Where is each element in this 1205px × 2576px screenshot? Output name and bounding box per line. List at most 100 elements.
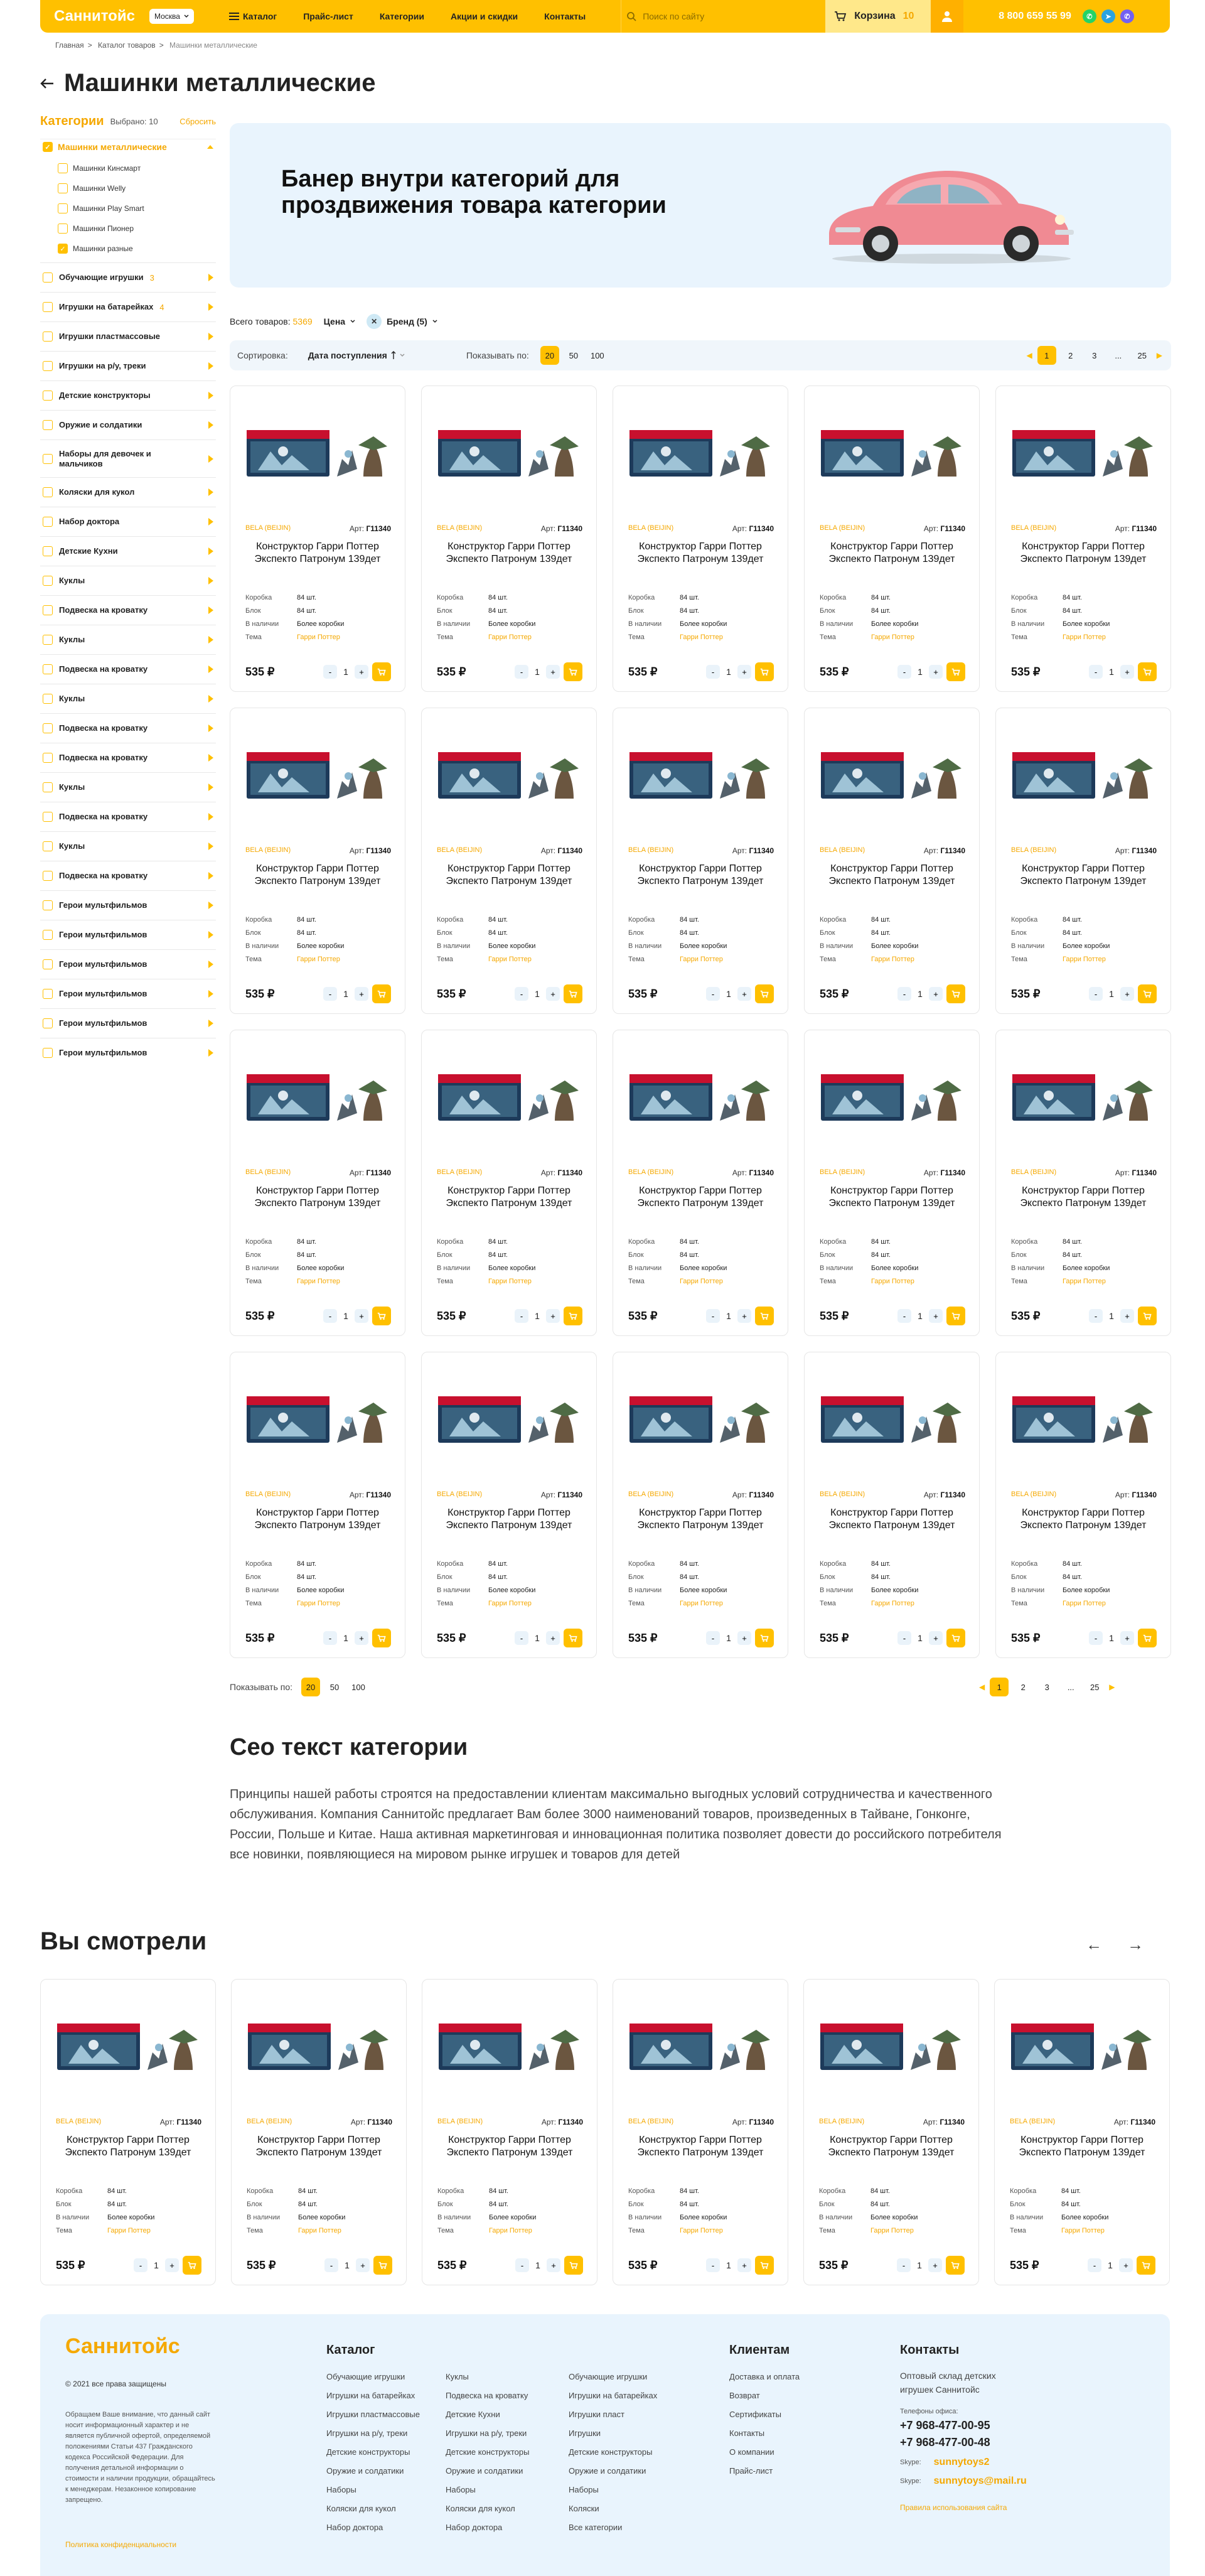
add-to-cart-button[interactable] xyxy=(755,1629,774,1647)
product-image[interactable] xyxy=(1011,426,1155,482)
page-button[interactable]: 25 xyxy=(1133,346,1152,365)
quantity-value[interactable]: 1 xyxy=(342,2260,352,2270)
subcategory-item[interactable]: Машинки Welly xyxy=(40,178,216,198)
product-brand[interactable]: BELA (BEIJIN) xyxy=(628,846,673,854)
product-card[interactable]: BELA (BEIJIN) Арт: Г11340 Конструктор Га… xyxy=(421,708,597,1014)
theme-link[interactable]: Гарри Поттер xyxy=(488,633,532,641)
add-to-cart-button[interactable] xyxy=(564,1629,582,1647)
checkbox[interactable] xyxy=(43,1018,53,1028)
quantity-value[interactable]: 1 xyxy=(532,989,542,999)
sidebar-item-open[interactable]: ✓ Машинки металлические xyxy=(40,139,216,158)
close-icon[interactable]: ✕ xyxy=(367,314,382,329)
subcategory-item[interactable]: Машинки Кинсмарт xyxy=(40,158,216,178)
product-brand[interactable]: BELA (BEIJIN) xyxy=(437,1168,482,1176)
quantity-value[interactable]: 1 xyxy=(915,1311,925,1321)
whatsapp-icon[interactable]: ✆ xyxy=(1082,9,1096,23)
theme-link[interactable]: Гарри Поттер xyxy=(1063,1600,1106,1607)
product-image[interactable] xyxy=(245,1393,390,1448)
add-to-cart-button[interactable] xyxy=(1138,1307,1157,1325)
decrease-button[interactable]: - xyxy=(323,987,337,1001)
checkbox[interactable] xyxy=(43,900,53,910)
prev-page-icon[interactable]: ◀ xyxy=(979,1683,985,1691)
email-link[interactable]: sunnytoys@mail.ru xyxy=(934,2476,1027,2487)
product-brand[interactable]: BELA (BEIJIN) xyxy=(1011,846,1056,854)
product-name[interactable]: Конструктор Гарри Поттер Экспекто Патрон… xyxy=(428,541,590,566)
add-to-cart-button[interactable] xyxy=(946,2256,965,2275)
sidebar-item[interactable]: Игрушки пластмассовые xyxy=(40,321,216,351)
checkbox[interactable] xyxy=(43,930,53,940)
quantity-value[interactable]: 1 xyxy=(1106,1633,1117,1643)
product-name[interactable]: Конструктор Гарри Поттер Экспекто Патрон… xyxy=(619,1185,781,1210)
decrease-button[interactable]: - xyxy=(897,1309,911,1323)
nav-promotions[interactable]: Акции и скидки xyxy=(451,11,518,21)
theme-link[interactable]: Гарри Поттер xyxy=(871,1278,914,1285)
checkbox[interactable] xyxy=(43,694,53,704)
sidebar-item[interactable]: Герои мультфильмов xyxy=(40,890,216,920)
increase-button[interactable]: + xyxy=(929,1309,943,1323)
quantity-value[interactable]: 1 xyxy=(724,989,734,999)
checkbox[interactable] xyxy=(43,959,53,969)
footer-link[interactable]: Все категории xyxy=(569,2523,657,2541)
checkbox[interactable] xyxy=(43,272,53,283)
theme-link[interactable]: Гарри Поттер xyxy=(871,956,914,963)
per-page-100[interactable]: 100 xyxy=(349,1678,368,1696)
theme-link[interactable]: Гарри Поттер xyxy=(297,1278,340,1285)
product-card[interactable]: BELA (BEIJIN) Арт: Г11340 Конструктор Га… xyxy=(421,1030,597,1336)
product-card[interactable]: BELA (BEIJIN) Арт: Г11340 Конструктор Га… xyxy=(804,1030,980,1336)
product-name[interactable]: Конструктор Гарри Поттер Экспекто Патрон… xyxy=(619,1507,781,1532)
footer-link[interactable]: Игрушки пласт xyxy=(569,2410,657,2428)
prev-page-icon[interactable]: ◀ xyxy=(1027,351,1032,360)
add-to-cart-button[interactable] xyxy=(1138,662,1157,681)
sort-select[interactable]: Дата поступления xyxy=(308,350,405,360)
decrease-button[interactable]: - xyxy=(323,1631,337,1645)
per-page-50[interactable]: 50 xyxy=(564,346,583,365)
quantity-value[interactable]: 1 xyxy=(533,2260,543,2270)
product-image[interactable] xyxy=(437,1393,581,1448)
theme-link[interactable]: Гарри Поттер xyxy=(680,633,723,641)
increase-button[interactable]: + xyxy=(737,987,751,1001)
product-brand[interactable]: BELA (BEIJIN) xyxy=(245,524,291,532)
product-image[interactable] xyxy=(437,426,581,482)
checkbox[interactable]: ✓ xyxy=(58,244,68,254)
theme-link[interactable]: Гарри Поттер xyxy=(680,1600,723,1607)
footer-link[interactable]: Набор доктора xyxy=(326,2523,420,2541)
product-name[interactable]: Конструктор Гарри Поттер Экспекто Патрон… xyxy=(237,1185,399,1210)
product-brand[interactable]: BELA (BEIJIN) xyxy=(1011,524,1056,532)
product-image[interactable] xyxy=(628,748,773,804)
theme-link[interactable]: Гарри Поттер xyxy=(680,2227,723,2234)
product-card[interactable]: BELA (BEIJIN) Арт: Г11340 Конструктор Га… xyxy=(613,385,788,692)
next-page-icon[interactable]: ▶ xyxy=(1109,1683,1115,1691)
telegram-icon[interactable]: ➤ xyxy=(1101,9,1115,23)
product-name[interactable]: Конструктор Гарри Поттер Экспекто Патрон… xyxy=(237,541,399,566)
header-phone[interactable]: 8 800 659 55 99 xyxy=(999,11,1071,22)
decrease-button[interactable]: - xyxy=(1088,2258,1101,2272)
product-brand[interactable]: BELA (BEIJIN) xyxy=(820,1168,865,1176)
footer-link[interactable]: Детские Кухни xyxy=(446,2410,529,2428)
theme-link[interactable]: Гарри Поттер xyxy=(107,2227,151,2234)
catalog-menu-button[interactable]: Каталог xyxy=(228,11,277,21)
product-image[interactable] xyxy=(1011,748,1155,804)
product-name[interactable]: Конструктор Гарри Поттер Экспекто Патрон… xyxy=(1002,1507,1164,1532)
quantity-value[interactable]: 1 xyxy=(915,1633,925,1643)
product-brand[interactable]: BELA (BEIJIN) xyxy=(628,2118,673,2125)
add-to-cart-button[interactable] xyxy=(564,662,582,681)
quantity-value[interactable]: 1 xyxy=(341,1633,351,1643)
checkbox[interactable] xyxy=(43,546,53,556)
checkbox[interactable]: ✓ xyxy=(43,142,53,152)
decrease-button[interactable]: - xyxy=(515,665,528,679)
checkbox[interactable] xyxy=(43,576,53,586)
product-image[interactable] xyxy=(1011,1393,1155,1448)
theme-link[interactable]: Гарри Поттер xyxy=(1063,956,1106,963)
product-card[interactable]: BELA (BEIJIN) Арт: Г11340 Конструктор Га… xyxy=(613,1979,788,2285)
per-page-50[interactable]: 50 xyxy=(325,1678,344,1696)
increase-button[interactable]: + xyxy=(1119,2258,1133,2272)
footer-link[interactable]: Игрушки на батарейках xyxy=(326,2391,420,2410)
footer-link[interactable]: Возврат xyxy=(729,2391,800,2410)
quantity-value[interactable]: 1 xyxy=(914,2260,924,2270)
increase-button[interactable]: + xyxy=(355,987,368,1001)
increase-button[interactable]: + xyxy=(928,2258,942,2272)
increase-button[interactable]: + xyxy=(355,665,368,679)
quantity-value[interactable]: 1 xyxy=(151,2260,161,2270)
footer-link[interactable]: Оружие и солдатики xyxy=(326,2466,420,2485)
product-card[interactable]: BELA (BEIJIN) Арт: Г11340 Конструктор Га… xyxy=(804,1352,980,1658)
